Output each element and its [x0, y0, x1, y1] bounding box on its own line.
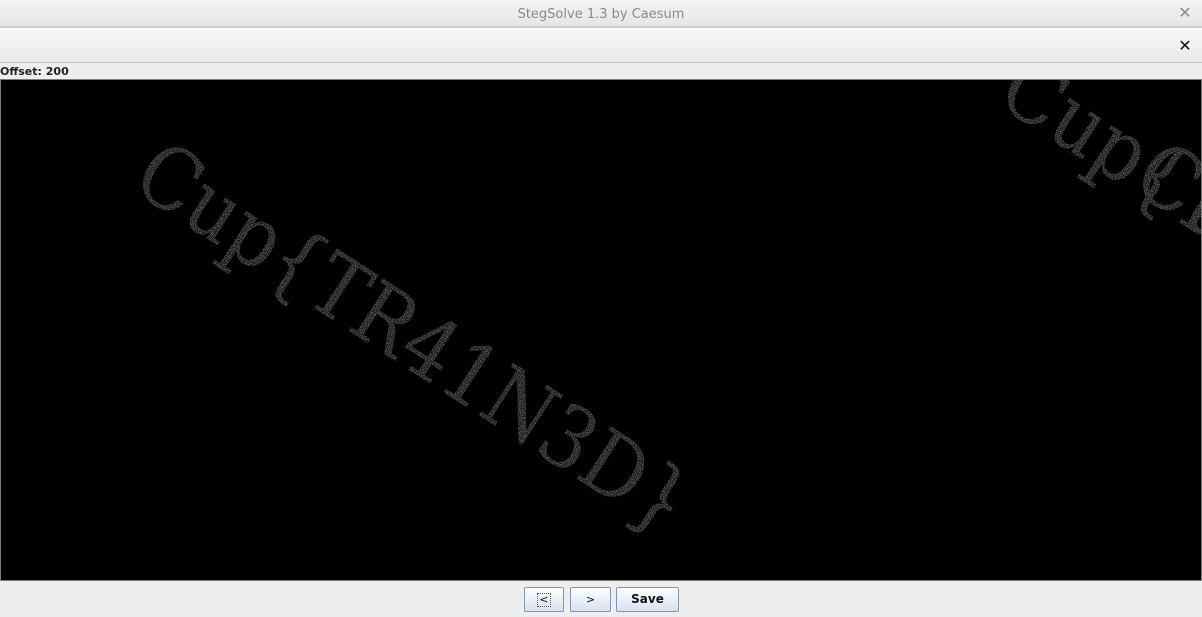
previous-button-label: < — [537, 593, 551, 607]
save-button[interactable]: Save — [616, 587, 679, 612]
stego-text-main: Cup{TR41N3D} — [118, 122, 709, 554]
frame-toolbar: ✕ — [0, 27, 1202, 63]
window-close-icon[interactable]: ✕ — [1176, 4, 1194, 22]
offset-label: Offset: 200 — [0, 65, 69, 78]
image-viewer: Cup{TR41N3D} Cup{TR41N3D} Cup{TR41N3D} — [0, 79, 1202, 581]
navigation-bar: < > Save — [0, 587, 1202, 612]
stego-text-wrap-shifted: Cup{TR41N3D} — [983, 80, 1201, 468]
next-button[interactable]: > — [570, 587, 611, 612]
frame-close-icon[interactable]: ✕ — [1176, 37, 1194, 55]
stego-image: Cup{TR41N3D} Cup{TR41N3D} Cup{TR41N3D} — [118, 80, 1201, 554]
window-title: StegSolve 1.3 by Caesum — [517, 7, 685, 22]
previous-button[interactable]: < — [524, 587, 564, 612]
window-title-bar: StegSolve 1.3 by Caesum ✕ — [0, 0, 1202, 27]
